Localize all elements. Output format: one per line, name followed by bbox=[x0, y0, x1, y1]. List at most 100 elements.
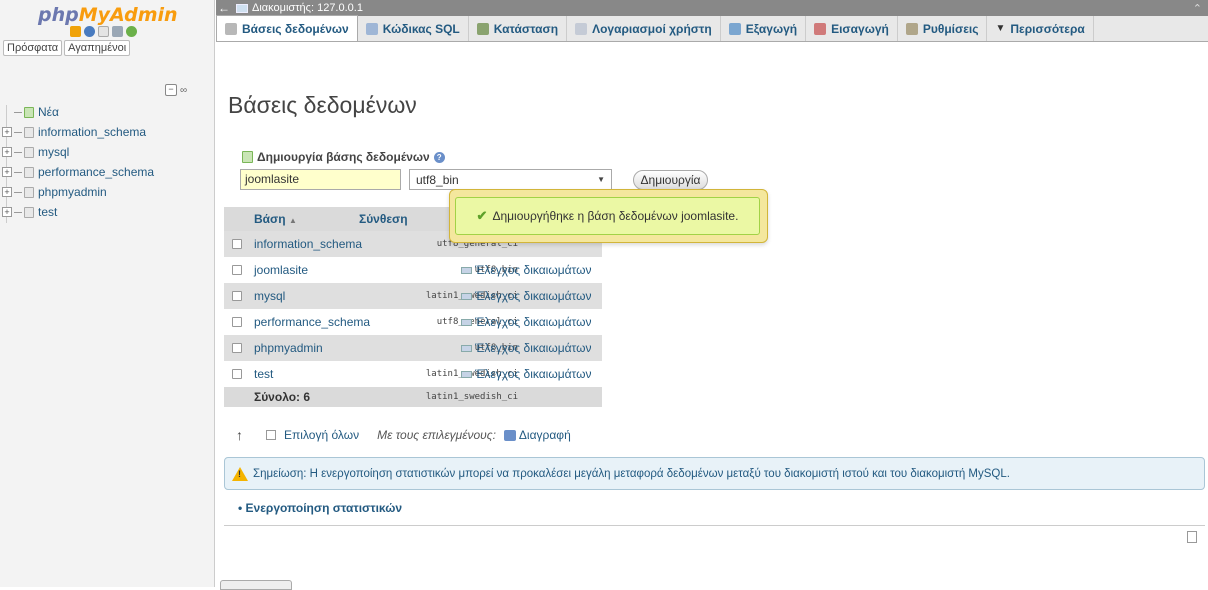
tree-connector bbox=[14, 111, 22, 113]
privileges-label: Έλεγχος δικαιωμάτων bbox=[475, 315, 592, 329]
row-checkbox[interactable] bbox=[232, 369, 242, 379]
privileges-label: Έλεγχος δικαιωμάτων bbox=[475, 289, 592, 303]
status-icon bbox=[476, 22, 489, 35]
expand-icon[interactable]: + bbox=[2, 187, 12, 197]
select-all-checkbox[interactable] bbox=[266, 430, 276, 440]
tab-databases[interactable]: Βάσεις δεδομένων bbox=[216, 15, 358, 41]
delete-button[interactable]: Διαγραφή bbox=[503, 428, 571, 442]
import-icon bbox=[814, 22, 827, 35]
tab-label: Βάσεις δεδομένων bbox=[242, 21, 349, 36]
database-name-input[interactable]: joomlasite bbox=[240, 169, 401, 190]
check-privileges-link[interactable]: Έλεγχος δικαιωμάτων bbox=[461, 367, 592, 381]
notice-text: Σημείωση: Η ενεργοποίηση στατιστικών μπο… bbox=[253, 467, 1010, 480]
row-checkbox[interactable] bbox=[232, 343, 242, 353]
expand-icon[interactable]: + bbox=[2, 147, 12, 157]
expand-icon[interactable]: + bbox=[2, 207, 12, 217]
tab-label: Λογαριασμοί χρήστη bbox=[592, 21, 712, 36]
privileges-icon bbox=[461, 318, 472, 326]
collation-select[interactable]: utf8_bin ▼ bbox=[409, 169, 612, 190]
logout-icon[interactable] bbox=[84, 26, 95, 37]
recent-tab[interactable]: Πρόσφατα bbox=[3, 40, 63, 56]
back-arrow-icon[interactable]: ← bbox=[216, 1, 232, 15]
select-all-label[interactable]: Επιλογή όλων bbox=[284, 428, 359, 442]
privileges-icon bbox=[461, 266, 472, 274]
check-privileges-link[interactable]: Έλεγχος δικαιωμάτων bbox=[461, 263, 592, 277]
database-link[interactable]: joomlasite bbox=[254, 263, 308, 277]
tab-more[interactable]: ▼ Περισσότερα bbox=[987, 16, 1094, 41]
help-icon[interactable]: ? bbox=[433, 151, 445, 163]
arrow-up-icon: ↑ bbox=[236, 427, 243, 443]
table-row: mysql latin1_swedish_ci Έλεγχος δικαιωμά… bbox=[224, 283, 602, 309]
tree-item-new[interactable]: Νέα bbox=[0, 102, 215, 122]
database-link[interactable]: performance_schema bbox=[254, 315, 370, 329]
tab-settings[interactable]: Ρυθμίσεις bbox=[898, 16, 988, 41]
database-link[interactable]: test bbox=[254, 367, 273, 381]
tab-user-accounts[interactable]: Λογαριασμοί χρήστη bbox=[567, 16, 721, 41]
tab-import[interactable]: Εισαγωγή bbox=[806, 16, 898, 41]
expand-icon[interactable]: + bbox=[2, 127, 12, 137]
table-row: phpmyadmin utf8_bin Έλεγχος δικαιωμάτων bbox=[224, 335, 602, 361]
check-privileges-link[interactable]: Έλεγχος δικαιωμάτων bbox=[461, 289, 592, 303]
tab-label: Εξαγωγή bbox=[745, 21, 798, 36]
create-button[interactable]: Δημιουργία bbox=[633, 170, 708, 190]
warning-icon bbox=[232, 466, 248, 481]
tree-item-test[interactable]: + test bbox=[0, 202, 215, 222]
privileges-icon bbox=[461, 292, 472, 300]
create-database-label: Δημιουργία βάσης δεδομένων bbox=[257, 150, 430, 164]
settings-icon[interactable] bbox=[112, 26, 123, 37]
database-link[interactable]: phpmyadmin bbox=[254, 341, 323, 355]
collapse-all-icon[interactable]: − bbox=[165, 84, 177, 96]
database-icon bbox=[24, 206, 34, 218]
reload-icon[interactable] bbox=[126, 26, 137, 37]
tree-item-information-schema[interactable]: + information_schema bbox=[0, 122, 215, 142]
tree-item-mysql[interactable]: + mysql bbox=[0, 142, 215, 162]
export-icon bbox=[728, 22, 741, 35]
success-notification: ✔ Δημιουργήθηκε η βάση δεδομένων joomlas… bbox=[449, 189, 768, 243]
tab-sql[interactable]: Κώδικας SQL bbox=[358, 16, 469, 41]
document-icon[interactable] bbox=[1187, 531, 1197, 543]
expand-icon[interactable]: + bbox=[2, 167, 12, 177]
link-icon[interactable]: ∞ bbox=[180, 85, 187, 96]
tree-connector bbox=[14, 151, 22, 153]
tab-export[interactable]: Εξαγωγή bbox=[721, 16, 807, 41]
row-checkbox[interactable] bbox=[232, 291, 242, 301]
total-collation: latin1_swedish_ci bbox=[425, 392, 518, 402]
page-title: Βάσεις δεδομένων bbox=[228, 92, 417, 118]
logo-text-myadmin: MyAdmin bbox=[78, 4, 178, 26]
statistics-notice: Σημείωση: Η ενεργοποίηση στατιστικών μπο… bbox=[224, 457, 1205, 490]
main-menu: Βάσεις δεδομένων Κώδικας SQL Κατάσταση Λ… bbox=[216, 15, 1208, 42]
tab-label: Εισαγωγή bbox=[831, 21, 889, 36]
tab-label: Περισσότερα bbox=[1010, 21, 1085, 36]
console-tab[interactable] bbox=[220, 580, 292, 590]
row-checkbox[interactable] bbox=[232, 239, 242, 249]
bulk-actions: ↑ Επιλογή όλων Με τους επιλεγμένους: Δια… bbox=[236, 427, 571, 443]
privileges-icon bbox=[461, 370, 472, 378]
tree-connector bbox=[14, 191, 22, 193]
enable-statistics-link[interactable]: • Ενεργοποίηση στατιστικών bbox=[238, 501, 402, 515]
database-link[interactable]: mysql bbox=[254, 289, 285, 303]
table-row: performance_schema utf8_general_ci Έλεγχ… bbox=[224, 309, 602, 335]
sort-arrow-icon: ▲ bbox=[288, 216, 297, 225]
divider bbox=[224, 525, 1205, 526]
favorites-tab[interactable]: Αγαπημένοι bbox=[64, 40, 131, 56]
tree-connector bbox=[14, 131, 22, 133]
collapse-icon[interactable]: ⌃ bbox=[1193, 2, 1202, 15]
database-icon bbox=[24, 166, 34, 178]
column-header-database[interactable]: Βάση ▲ bbox=[254, 212, 297, 226]
check-privileges-link[interactable]: Έλεγχος δικαιωμάτων bbox=[461, 315, 592, 329]
nav-icon-bar bbox=[70, 26, 137, 37]
database-link[interactable]: information_schema bbox=[254, 237, 362, 251]
home-icon[interactable] bbox=[70, 26, 81, 37]
privileges-label: Έλεγχος δικαιωμάτων bbox=[475, 367, 592, 381]
check-privileges-link[interactable]: Έλεγχος δικαιωμάτων bbox=[461, 341, 592, 355]
table-row: joomlasite utf8_bin Έλεγχος δικαιωμάτων bbox=[224, 257, 602, 283]
row-checkbox[interactable] bbox=[232, 265, 242, 275]
phpmyadmin-logo[interactable]: phpMyAdmin bbox=[38, 4, 178, 26]
column-header-collation[interactable]: Σύνθεση bbox=[359, 212, 408, 226]
tab-status[interactable]: Κατάσταση bbox=[469, 16, 568, 41]
server-breadcrumb[interactable]: Διακομιστής: 127.0.0.1 bbox=[232, 2, 363, 14]
tree-item-performance-schema[interactable]: + performance_schema bbox=[0, 162, 215, 182]
tree-item-phpmyadmin[interactable]: + phpmyadmin bbox=[0, 182, 215, 202]
row-checkbox[interactable] bbox=[232, 317, 242, 327]
docs-icon[interactable] bbox=[98, 26, 109, 37]
